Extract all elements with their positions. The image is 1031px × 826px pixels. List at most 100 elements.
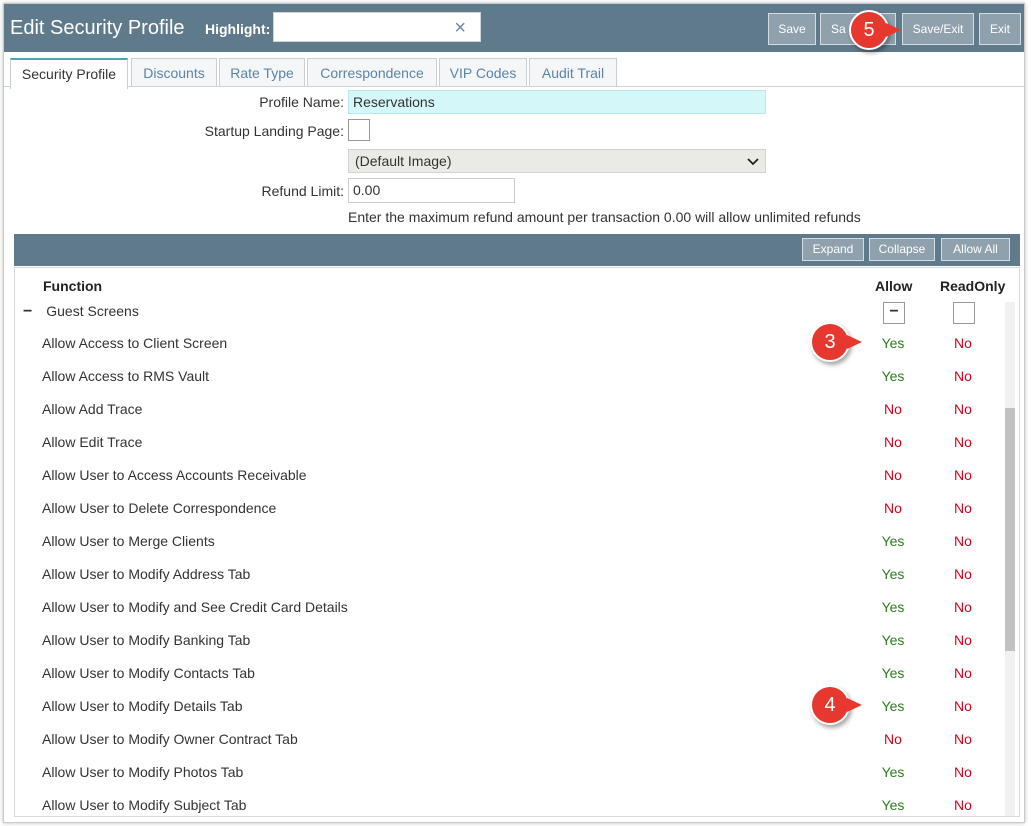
profile-name-field[interactable]: Reservations <box>348 90 766 114</box>
startup-landing-page-checkbox[interactable] <box>348 119 370 141</box>
group-readonly-checkbox[interactable] <box>953 302 975 324</box>
function-label: Allow Access to Client Screen <box>42 335 228 351</box>
startup-landing-page-label: Startup Landing Page: <box>204 123 344 139</box>
table-row: Allow User to Access Accounts Receivable… <box>15 460 1001 493</box>
table-row: Allow User to Delete Correspondence No No <box>15 493 1001 526</box>
function-label: Allow User to Modify Contacts Tab <box>42 665 255 681</box>
callout-5: 5 <box>849 10 901 50</box>
readonly-toggle[interactable]: No <box>943 764 983 780</box>
readonly-toggle[interactable]: No <box>943 434 983 450</box>
image-select-value: (Default Image) <box>355 153 452 169</box>
highlight-label: Highlight: <box>205 21 271 37</box>
tab-discounts[interactable]: Discounts <box>131 58 217 86</box>
function-label: Allow User to Modify Banking Tab <box>42 632 251 648</box>
permissions-grid: Function Allow ReadOnly − Guest Screens … <box>14 267 1020 817</box>
table-row: Allow User to Modify Photos Tab Yes No <box>15 757 1001 790</box>
function-label: Allow User to Modify Owner Contract Tab <box>42 731 298 747</box>
column-header-function: Function <box>43 278 103 294</box>
chevron-down-icon <box>747 158 759 166</box>
allow-toggle[interactable]: Yes <box>873 698 913 714</box>
table-row: Allow Edit Trace No No <box>15 427 1001 460</box>
readonly-toggle[interactable]: No <box>943 467 983 483</box>
clear-icon[interactable]: × <box>454 17 466 40</box>
allow-toggle[interactable]: Yes <box>873 566 913 582</box>
allow-toggle[interactable]: Yes <box>873 665 913 681</box>
allow-toggle[interactable]: Yes <box>873 797 913 813</box>
profile-name-label: Profile Name: <box>259 94 344 110</box>
readonly-toggle[interactable]: No <box>943 632 983 648</box>
table-row: Allow User to Modify Owner Contract Tab N… <box>15 724 1001 757</box>
callout-3: 3 <box>810 322 862 362</box>
function-label: Allow User to Modify Subject Tab <box>42 797 247 813</box>
function-label: Allow User to Delete Correspondence <box>42 500 277 516</box>
column-header-readonly: ReadOnly <box>940 278 1006 294</box>
save-button[interactable]: Save <box>768 13 816 45</box>
tab-rate-type[interactable]: Rate Type <box>219 58 305 86</box>
readonly-toggle[interactable]: No <box>943 368 983 384</box>
group-name: Guest Screens <box>46 303 139 319</box>
function-label: Allow Access to RMS Vault <box>42 368 210 384</box>
table-row: Allow Access to RMS Vault Yes No <box>15 361 1001 394</box>
image-select[interactable]: (Default Image) <box>348 149 766 173</box>
tab-bar: Security Profile Discounts Rate Type Cor… <box>4 56 1024 89</box>
readonly-toggle[interactable]: No <box>943 665 983 681</box>
readonly-toggle[interactable]: No <box>943 698 983 714</box>
save-exit-button[interactable]: Save/Exit <box>902 13 974 45</box>
readonly-toggle[interactable]: No <box>943 401 983 417</box>
function-label: Allow User to Merge Clients <box>42 533 215 549</box>
tab-correspondence[interactable]: Correspondence <box>307 58 437 86</box>
allow-toggle[interactable]: No <box>873 401 913 417</box>
allow-toggle[interactable]: Yes <box>873 632 913 648</box>
highlight-input[interactable]: × <box>273 12 481 42</box>
tab-vip-codes[interactable]: VIP Codes <box>439 58 527 86</box>
function-label: Allow User to Modify Photos Tab <box>42 764 244 780</box>
tab-security-profile[interactable]: Security Profile <box>10 58 128 89</box>
table-row: Allow User to Modify Address Tab Yes No <box>15 559 1001 592</box>
allow-toggle[interactable]: No <box>873 434 913 450</box>
column-header-allow: Allow <box>875 278 913 294</box>
function-label: Allow Add Trace <box>42 401 143 417</box>
table-row: Allow User to Modify Subject Tab Yes No <box>15 790 1001 816</box>
function-label: Allow User to Access Accounts Receivable <box>42 467 307 483</box>
table-row: Allow User to Modify Contacts Tab Yes No <box>15 658 1001 691</box>
readonly-toggle[interactable]: No <box>943 533 983 549</box>
readonly-toggle[interactable]: No <box>943 731 983 747</box>
allow-toggle[interactable]: Yes <box>873 335 913 351</box>
readonly-toggle[interactable]: No <box>943 599 983 615</box>
allow-toggle[interactable]: No <box>873 467 913 483</box>
readonly-toggle[interactable]: No <box>943 335 983 351</box>
function-label: Allow Edit Trace <box>42 434 143 450</box>
expand-button[interactable]: Expand <box>802 238 864 261</box>
collapse-button[interactable]: Collapse <box>869 238 935 261</box>
collapse-toggle-icon[interactable]: − <box>23 303 32 320</box>
tab-audit-trail[interactable]: Audit Trail <box>529 58 617 86</box>
allow-toggle[interactable]: Yes <box>873 533 913 549</box>
group-allow-checkbox[interactable]: − <box>883 302 905 324</box>
refund-limit-hint: Enter the maximum refund amount per tran… <box>348 209 861 225</box>
scrollbar-thumb[interactable] <box>1005 408 1015 651</box>
allow-toggle[interactable]: Yes <box>873 368 913 384</box>
edit-security-profile-window: Edit Security Profile Highlight: × Save … <box>3 3 1025 823</box>
allow-toggle[interactable]: No <box>873 500 913 516</box>
table-row: Allow Add Trace No No <box>15 394 1001 427</box>
function-label: Allow User to Modify and See Credit Card… <box>42 599 348 615</box>
callout-4: 4 <box>810 685 862 725</box>
table-row: Allow User to Modify Banking Tab Yes No <box>15 625 1001 658</box>
readonly-toggle[interactable]: No <box>943 797 983 813</box>
readonly-toggle[interactable]: No <box>943 566 983 582</box>
allow-toggle[interactable]: Yes <box>873 599 913 615</box>
allow-toggle[interactable]: Yes <box>873 764 913 780</box>
allow-all-button[interactable]: Allow All <box>941 238 1010 261</box>
page-title: Edit Security Profile <box>10 17 185 39</box>
exit-button[interactable]: Exit <box>979 13 1021 45</box>
function-label: Allow User to Modify Details Tab <box>42 698 243 714</box>
refund-limit-field[interactable]: 0.00 <box>348 178 515 203</box>
refund-limit-label: Refund Limit: <box>261 183 344 199</box>
group-row-guest-screens[interactable]: − Guest Screens <box>23 303 139 321</box>
function-label: Allow User to Modify Address Tab <box>42 566 251 582</box>
table-row: Allow User to Merge Clients Yes No <box>15 526 1001 559</box>
grid-toolbar: Expand Collapse Allow All <box>14 234 1020 266</box>
table-row: Allow User to Modify and See Credit Card… <box>15 592 1001 625</box>
readonly-toggle[interactable]: No <box>943 500 983 516</box>
allow-toggle[interactable]: No <box>873 731 913 747</box>
